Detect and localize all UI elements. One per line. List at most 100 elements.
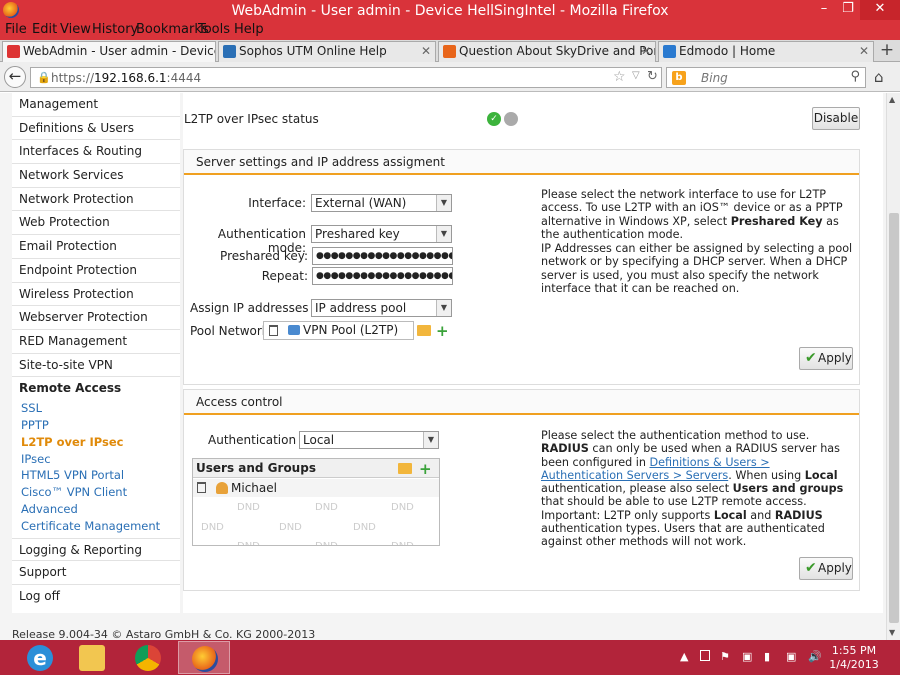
server-settings-panel: Server settings and IP address assigment…: [183, 149, 860, 385]
menu-history[interactable]: History: [92, 22, 138, 38]
url-bar[interactable]: 🔒 https://192.168.6.1:4444 ☆ ▽ ↻: [30, 67, 662, 88]
sidebar-item-definitions-users[interactable]: Definitions & Users: [12, 117, 180, 141]
sidebar-subitem-ssl[interactable]: SSL: [12, 400, 180, 417]
vertical-scrollbar[interactable]: ▲ ▼: [886, 93, 900, 640]
sidebar-item-interfaces-routing[interactable]: Interfaces & Routing: [12, 140, 180, 165]
tab-edmodo[interactable]: Edmodo | Home ✕: [658, 41, 874, 62]
sidebar-item-webserver-protection[interactable]: Webserver Protection: [12, 306, 180, 330]
tray-flag-icon[interactable]: ⚑: [720, 650, 730, 663]
auth-mode-select[interactable]: Preshared key ▼: [311, 225, 452, 243]
internet-explorer-icon[interactable]: e: [14, 641, 66, 674]
interface-select[interactable]: External (WAN) ▼: [311, 194, 452, 212]
sidebar-subitem-advanced[interactable]: Advanced: [12, 501, 180, 518]
sidebar-item-log-off[interactable]: Log off: [12, 585, 180, 609]
tray-up-arrow-icon[interactable]: ▲: [680, 650, 688, 663]
bing-engine-icon[interactable]: b: [672, 71, 686, 85]
release-info: Release 9.004-34 © Astaro GmbH & Co. KG …: [12, 628, 316, 640]
reload-icon[interactable]: ↻: [647, 69, 658, 84]
new-tab-button[interactable]: +: [876, 41, 898, 61]
history-dropdown-icon[interactable]: ▽: [632, 70, 640, 81]
sidebar-item-red-management[interactable]: RED Management: [12, 330, 180, 354]
chevron-down-icon[interactable]: ▼: [436, 195, 451, 211]
add-icon[interactable]: +: [419, 462, 432, 477]
tab-close-icon[interactable]: ✕: [859, 42, 869, 61]
sidebar-subitem-l2tp[interactable]: L2TP over IPsec: [12, 434, 180, 451]
tab-label: Edmodo | Home: [679, 44, 776, 58]
users-groups-box[interactable]: Users and Groups + Michael DND DND DND D…: [192, 458, 440, 546]
sidebar-item-endpoint-protection[interactable]: Endpoint Protection: [12, 259, 180, 283]
sidebar-item-network-protection[interactable]: Network Protection: [12, 188, 180, 212]
bookmark-star-icon[interactable]: ☆: [613, 69, 626, 85]
sidebar-item-logging-reporting[interactable]: Logging & Reporting: [12, 537, 180, 562]
status-on-icon[interactable]: ✓: [487, 112, 501, 126]
auth-via-value: Local: [303, 433, 335, 447]
auth-via-select[interactable]: Local ▼: [299, 431, 439, 449]
file-explorer-icon[interactable]: [66, 641, 118, 674]
chevron-down-icon[interactable]: ▼: [436, 226, 451, 242]
sidebar-item-network-services[interactable]: Network Services: [12, 164, 180, 188]
tray-notification-icon[interactable]: [700, 650, 710, 661]
minimize-button[interactable]: –: [812, 0, 836, 20]
scrollbar-thumb[interactable]: [889, 213, 899, 623]
page-content: Management Definitions & Users Interface…: [0, 93, 886, 640]
menu-tools[interactable]: Tools: [198, 22, 230, 38]
sidebar-subitem-certificate-management[interactable]: Certificate Management: [12, 518, 180, 535]
tray-network-icon[interactable]: ▣: [786, 650, 796, 663]
sidebar-item-web-protection[interactable]: Web Protection: [12, 211, 180, 236]
tray-volume-icon[interactable]: 🔊: [808, 650, 822, 663]
assign-ip-select[interactable]: IP address pool ▼: [311, 299, 452, 317]
lock-icon[interactable]: 🔒: [37, 71, 51, 84]
sidebar-item-management[interactable]: Management: [12, 93, 180, 117]
chevron-down-icon[interactable]: ▼: [436, 300, 451, 316]
firefox-icon[interactable]: [178, 641, 230, 674]
search-bar[interactable]: b Bing ⚲: [666, 67, 866, 88]
panel-title: Server settings and IP address assigment: [184, 150, 859, 175]
preshared-key-field[interactable]: ●●●●●●●●●●●●●●●●●●●●●: [312, 247, 453, 265]
sidebar-item-site-to-site-vpn[interactable]: Site-to-site VPN: [12, 354, 180, 378]
chevron-down-icon[interactable]: ▼: [423, 432, 438, 448]
sidebar-subitem-pptp[interactable]: PPTP: [12, 417, 180, 434]
sidebar-subitem-ipsec[interactable]: IPsec: [12, 451, 180, 468]
pool-network-field[interactable]: VPN Pool (L2TP): [263, 321, 414, 340]
scroll-up-icon[interactable]: ▲: [889, 95, 895, 104]
sidebar-subitem-cisco-vpn[interactable]: Cisco™ VPN Client: [12, 484, 180, 501]
add-icon[interactable]: +: [436, 324, 449, 339]
tab-close-icon[interactable]: ✕: [421, 42, 431, 61]
menu-help[interactable]: Help: [234, 22, 264, 38]
tab-close-icon[interactable]: ✕: [641, 42, 651, 61]
back-button[interactable]: ←: [4, 66, 26, 88]
chrome-icon[interactable]: [122, 641, 174, 674]
clock[interactable]: 1:55 PM 1/4/2013: [828, 644, 880, 672]
sidebar-item-wireless-protection[interactable]: Wireless Protection: [12, 283, 180, 307]
menu-view[interactable]: View: [60, 22, 91, 38]
close-button[interactable]: ✕: [860, 0, 900, 20]
drop-hint: DND: [315, 502, 338, 513]
sidebar-subitem-html5-vpn[interactable]: HTML5 VPN Portal: [12, 467, 180, 484]
list-item[interactable]: Michael: [193, 479, 439, 497]
scroll-down-icon[interactable]: ▼: [889, 628, 895, 637]
tab-skydrive-question[interactable]: Question About SkyDrive and Ports - ... …: [438, 41, 656, 62]
tray-battery-icon[interactable]: ▮: [764, 650, 770, 663]
menu-edit[interactable]: Edit: [32, 22, 57, 38]
edmodo-favicon-icon: [663, 45, 676, 58]
trash-icon[interactable]: [269, 325, 278, 336]
maximize-button[interactable]: ❐: [836, 0, 860, 20]
folder-icon[interactable]: [417, 325, 431, 336]
home-icon[interactable]: ⌂: [874, 68, 884, 86]
repeat-key-field[interactable]: ●●●●●●●●●●●●●●●●●●●●●: [312, 267, 453, 285]
disable-button[interactable]: Disable: [812, 107, 860, 130]
status-off-icon[interactable]: [504, 112, 518, 126]
tab-webadmin[interactable]: WebAdmin - User admin - Device He...: [2, 41, 216, 62]
folder-icon[interactable]: [398, 463, 412, 474]
tab-sophos-help[interactable]: Sophos UTM Online Help ✕: [218, 41, 436, 62]
search-icon[interactable]: ⚲: [850, 69, 860, 84]
trash-icon[interactable]: [197, 482, 206, 493]
menu-file[interactable]: File: [5, 22, 27, 38]
assign-ip-value: IP address pool: [315, 301, 407, 315]
sidebar-item-support[interactable]: Support: [12, 561, 180, 585]
sidebar-item-remote-access[interactable]: Remote Access: [12, 377, 180, 400]
apply-button[interactable]: ✔ Apply: [799, 347, 853, 370]
tray-display-icon[interactable]: ▣: [742, 650, 752, 663]
apply-button[interactable]: ✔ Apply: [799, 557, 853, 580]
sidebar-item-email-protection[interactable]: Email Protection: [12, 235, 180, 259]
